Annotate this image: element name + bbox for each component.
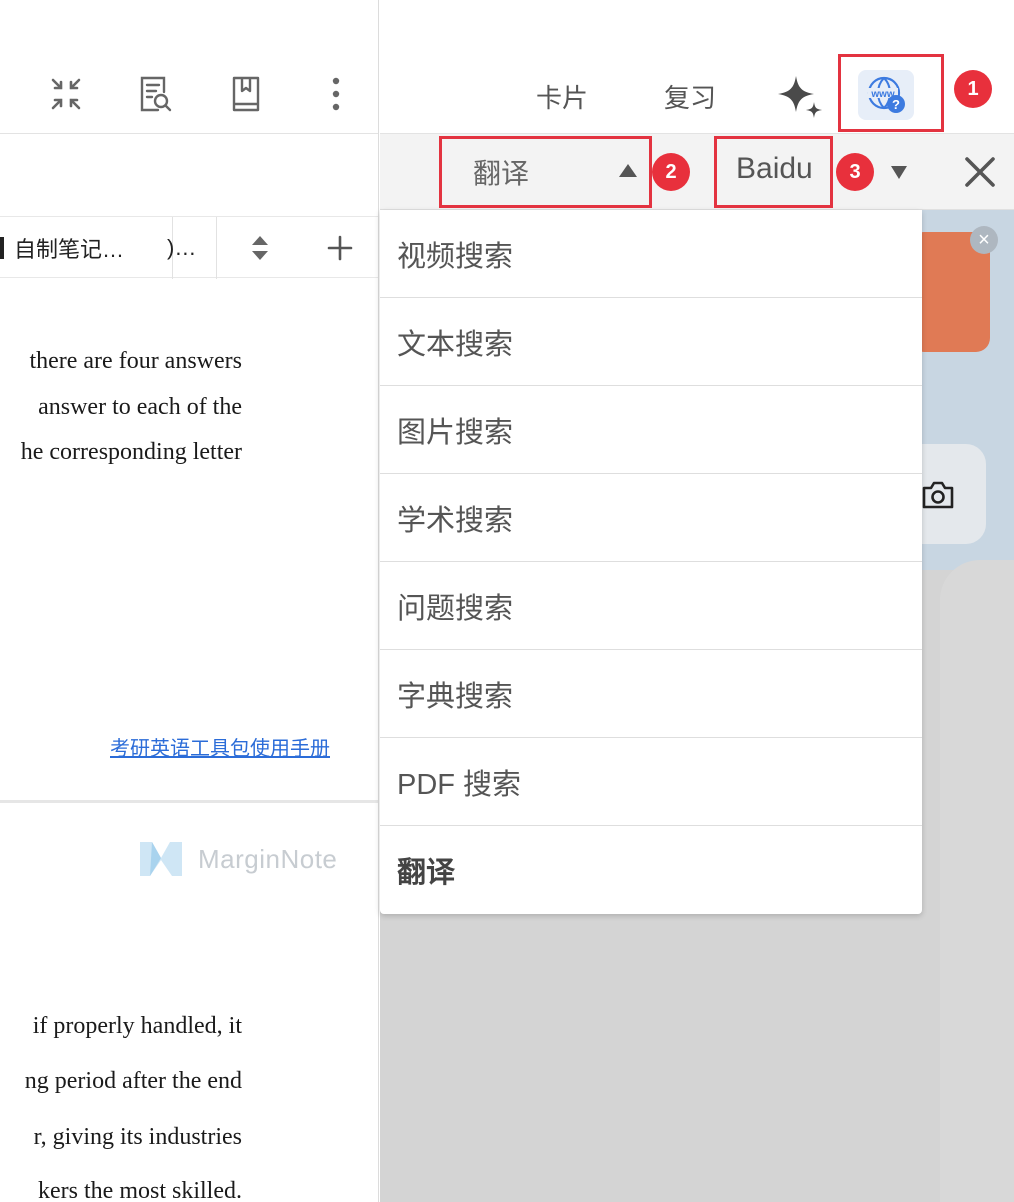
annotation-badge-1: 1 <box>954 70 992 108</box>
annotation-box-1 <box>838 54 944 132</box>
document-text-line: r, giving its industries <box>33 1124 242 1150</box>
document-text-line: kers the most skilled. <box>38 1178 242 1202</box>
tab-label: 自制笔记… <box>14 237 125 262</box>
dropdown-item-question-search[interactable]: 问题搜索 <box>380 562 922 650</box>
dropdown-item-image-search[interactable]: 图片搜索 <box>380 386 922 474</box>
document-text-line: he corresponding letter <box>20 439 242 465</box>
document-text-line: if properly handled, it <box>32 1013 242 1039</box>
annotation-badge-2: 2 <box>652 153 690 191</box>
dropdown-item-pdf-search[interactable]: PDF 搜索 <box>380 738 922 826</box>
tab-notebook-2[interactable]: )… <box>167 217 217 279</box>
dropdown-item-dictionary-search[interactable]: 字典搜索 <box>380 650 922 738</box>
document-text-line: answer to each of the <box>38 394 242 420</box>
close-icon[interactable]: × <box>970 226 998 254</box>
dropdown-item-text-search[interactable]: 文本搜索 <box>380 298 922 386</box>
annotation-box-3 <box>714 136 833 208</box>
annotation-badge-3: 3 <box>836 153 874 191</box>
search-mode-dropdown: 视频搜索 文本搜索 图片搜索 学术搜索 问题搜索 字典搜索 PDF 搜索 翻译 <box>380 210 922 914</box>
card-tab[interactable]: 卡片 <box>536 78 588 115</box>
bookmark-book-icon[interactable] <box>224 72 268 116</box>
notebook-tabs: 自制笔记… )… <box>0 216 378 279</box>
page-divider <box>0 800 378 803</box>
document-text-line: there are four answers <box>29 348 242 374</box>
tab-divider <box>216 217 217 279</box>
marginnote-logo-icon <box>140 842 182 876</box>
dropdown-item-academic-search[interactable]: 学术搜索 <box>380 474 922 562</box>
dropdown-item-video-search[interactable]: 视频搜索 <box>380 210 922 298</box>
collapse-icon[interactable] <box>44 72 88 116</box>
document-toolbar <box>0 0 378 134</box>
user-manual-link[interactable]: 考研英语工具包使用手册 <box>110 732 330 761</box>
marginnote-watermark: MarginNote <box>138 838 337 880</box>
tab-notebook-1[interactable]: 自制笔记… <box>0 217 170 279</box>
tab-marker <box>0 237 4 259</box>
reorder-tabs-icon[interactable] <box>240 217 280 279</box>
tab-label: )… <box>167 235 197 260</box>
ai-sparkle-icon[interactable] <box>776 72 824 120</box>
dropdown-item-translate[interactable]: 翻译 <box>380 826 922 914</box>
review-tab[interactable]: 复习 <box>664 78 716 115</box>
add-tab-icon[interactable] <box>320 217 360 279</box>
annotation-box-2 <box>439 136 652 208</box>
chevron-down-icon[interactable] <box>891 166 907 179</box>
close-icon[interactable] <box>962 154 998 190</box>
document-pane: 自制笔记… )… there are four answers answer t… <box>0 0 379 1202</box>
results-panel <box>940 560 1014 1202</box>
more-vertical-icon[interactable] <box>314 72 358 116</box>
document-text-line: ng period after the end <box>24 1068 242 1094</box>
marginnote-wordmark: MarginNote <box>198 843 338 874</box>
camera-icon[interactable] <box>921 480 955 510</box>
document-search-icon[interactable] <box>133 72 177 116</box>
